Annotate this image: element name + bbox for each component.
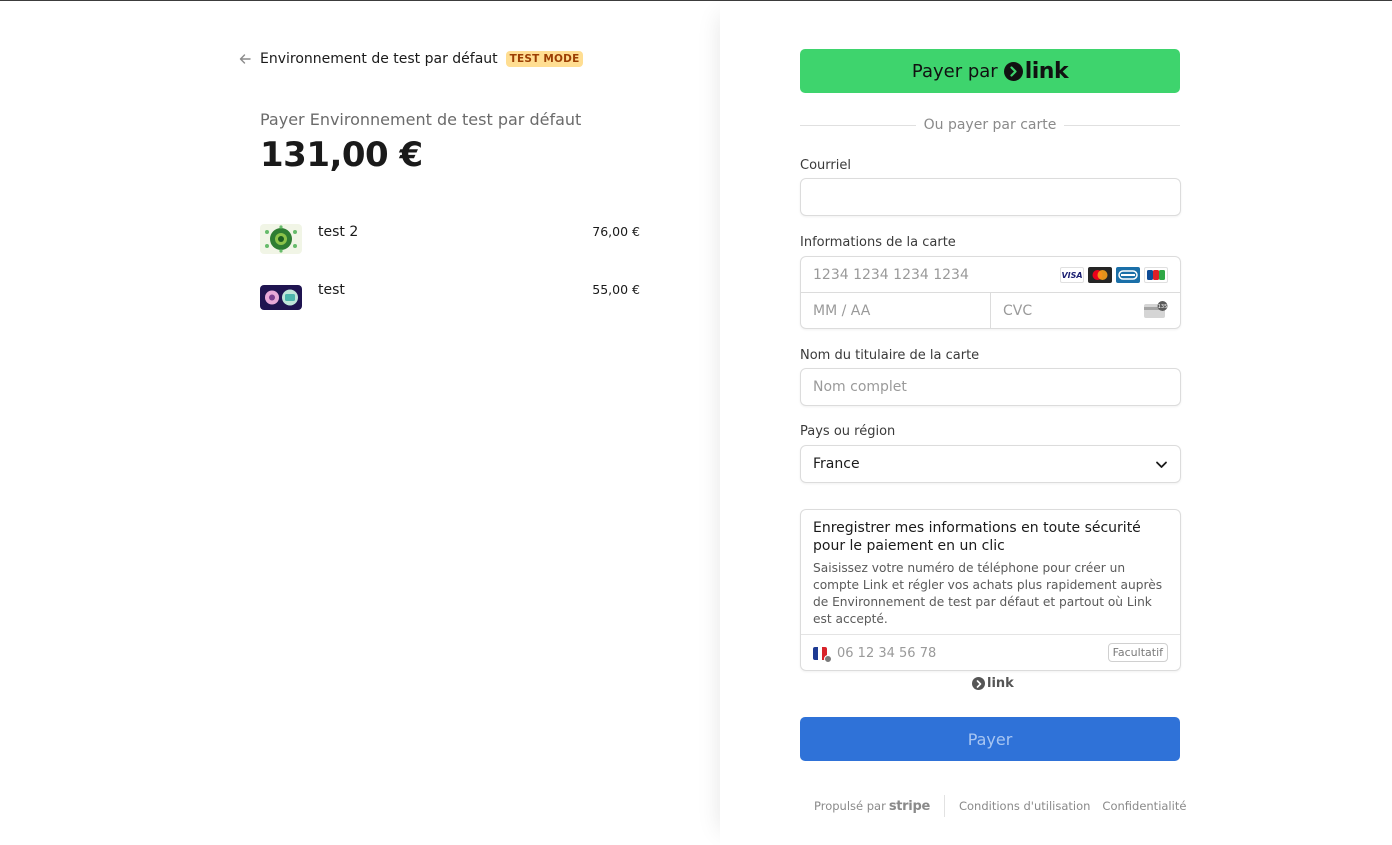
link-brand-text: link [987,676,1014,691]
chevron-down-icon [1156,461,1167,468]
order-summary-panel: Environnement de test par défaut TEST MO… [0,1,720,845]
card-expiry-container [801,293,991,329]
link-save-info-box: Enregistrer mes informations en toute sé… [800,509,1181,671]
card-expiry-input[interactable] [801,293,990,329]
item-name: test 2 [318,224,359,240]
pay-button[interactable]: Payer [800,717,1180,761]
card-info-label: Informations de la carte [800,235,956,250]
link-logo-icon [972,677,985,690]
checkout-panel: Payer par link Ou payer par carte Courri… [720,1,1392,845]
card-info-group: VISA 135 [800,256,1181,329]
product-image [260,224,302,254]
cvc-card-icon: 135 [1144,301,1168,318]
country-value: France [813,456,860,472]
phone-input[interactable] [837,635,1097,671]
merchant-name: Environnement de test par défaut [260,51,498,67]
back-link[interactable]: Environnement de test par défaut TEST MO… [238,50,584,68]
email-label: Courriel [800,158,851,173]
visa-text: VISA [1061,270,1083,280]
save-info-title: Enregistrer mes informations en toute sé… [813,520,1141,554]
country-label: Pays ou région [800,424,896,439]
cardholder-label: Nom du titulaire de la carte [800,348,980,363]
cardholder-name-input[interactable] [801,369,1180,405]
mastercard-icon [1088,267,1112,283]
visa-icon: VISA [1060,267,1084,283]
email-field-container [800,178,1181,216]
card-cvc-container: 135 [991,293,1180,329]
phone-row: Facultatif [801,634,1180,671]
product-image [260,285,302,310]
arrow-left-icon [239,54,251,64]
pay-title: Payer Environnement de test par défaut [260,110,582,129]
item-name: test [318,282,345,298]
footer-divider [943,795,945,817]
divider-text: Ou payer par carte [915,117,1065,133]
cb-icon [1116,267,1140,283]
pay-with-link-label: Payer par [911,60,998,82]
link-logo-icon [1003,61,1023,81]
item-price: 76,00 € [592,224,640,239]
line-item: test 55,00 € [260,282,640,312]
country-select[interactable]: France [800,445,1181,483]
card-brands: VISA [1060,267,1168,283]
test-mode-badge: TEST MODE [505,51,584,67]
card-number-container: VISA [801,257,1180,293]
optional-tag: Facultatif [1107,643,1168,662]
flag-check-icon [824,655,832,663]
item-price: 55,00 € [592,282,640,297]
cvc-icon-text: 135 [1158,304,1168,310]
or-divider: Ou payer par carte [800,115,1180,135]
save-info-description: Saisissez votre numéro de téléphone pour… [813,561,1163,626]
link-brand-small: link [972,676,1014,691]
powered-by-text: Propulsé par [814,799,886,813]
jcb-icon [1144,267,1168,283]
privacy-link[interactable]: Confidentialité [1102,799,1186,813]
cardholder-field-container [800,368,1181,406]
total-amount: 131,00 € [260,135,423,175]
pay-with-link-button[interactable]: Payer par link [800,49,1180,93]
stripe-logo[interactable]: stripe [889,799,930,814]
email-field[interactable] [801,179,1180,215]
line-item: test 2 76,00 € [260,224,640,254]
footer: Propulsé par stripe Conditions d'utilisa… [814,795,1198,817]
link-logo-text: link [1024,58,1069,84]
terms-link[interactable]: Conditions d'utilisation [959,799,1090,813]
